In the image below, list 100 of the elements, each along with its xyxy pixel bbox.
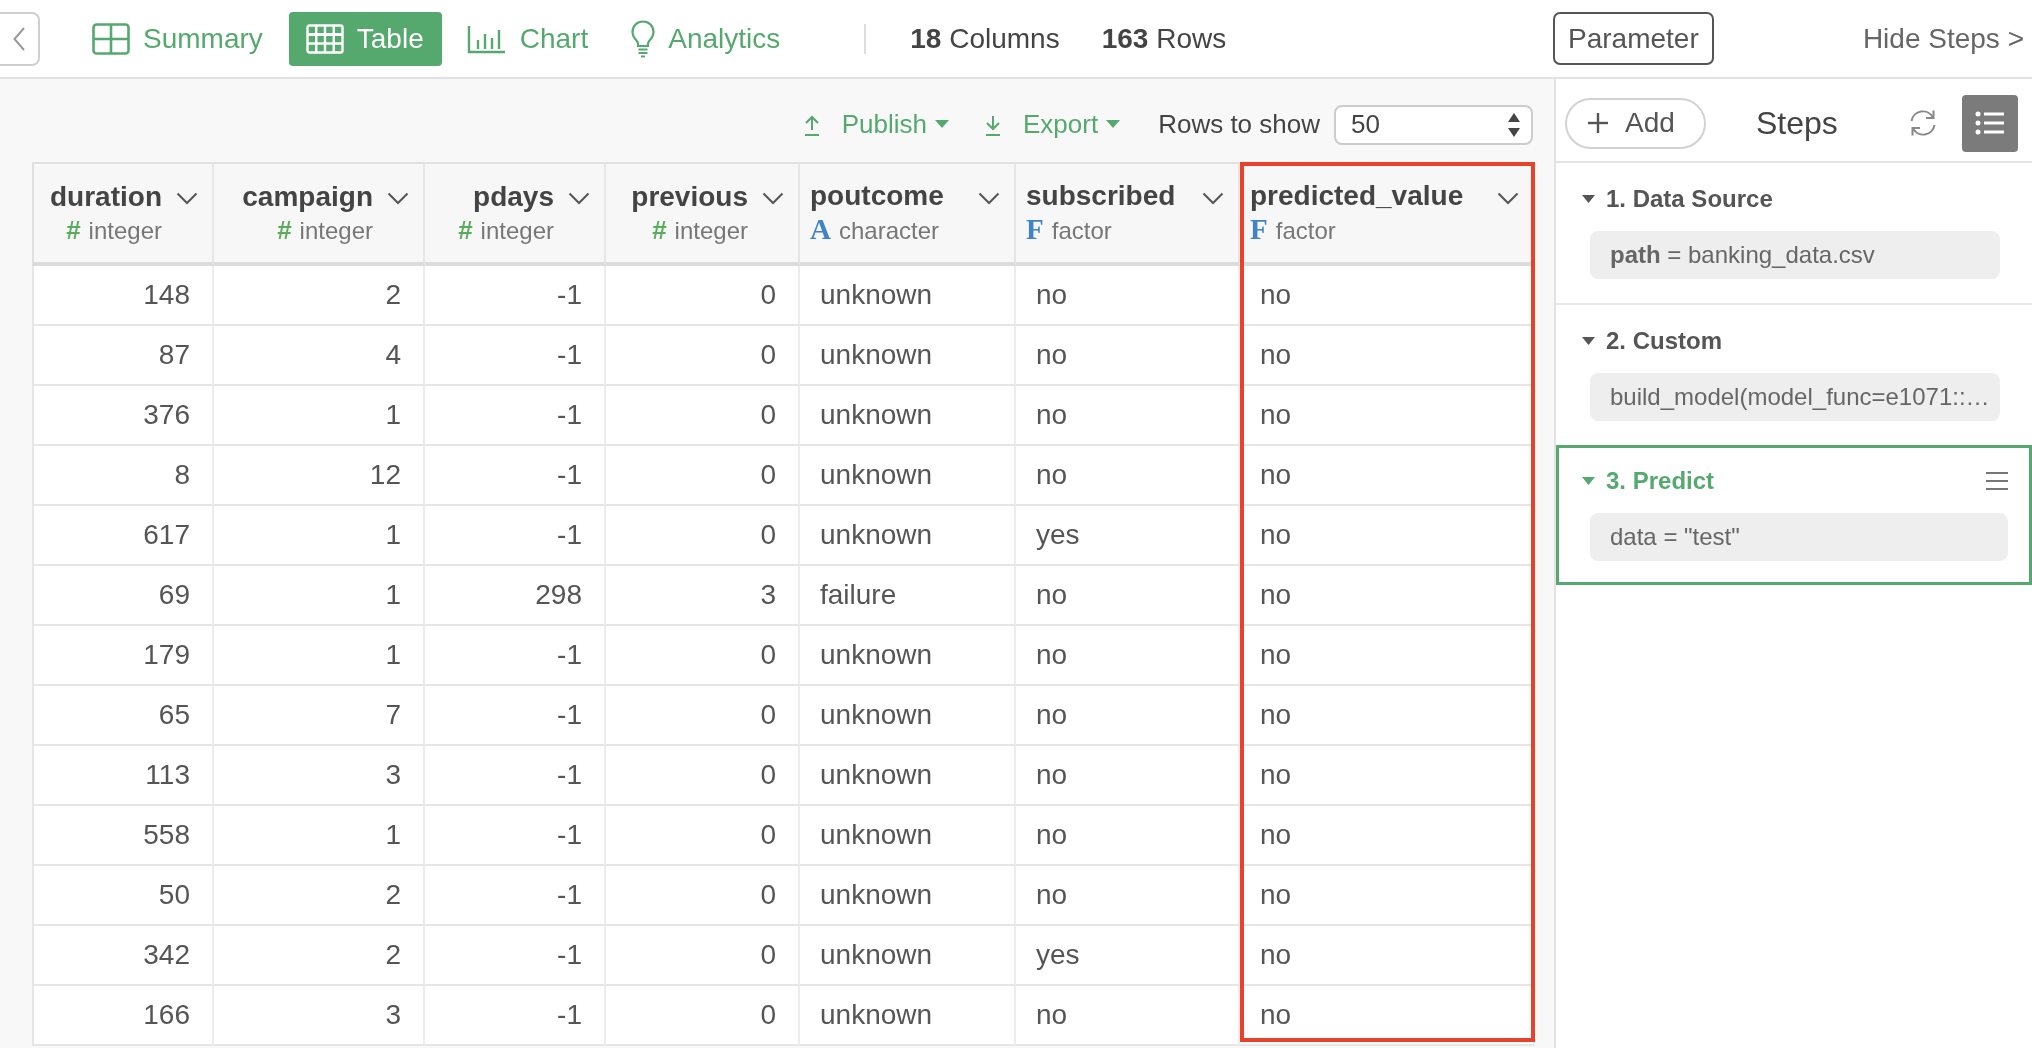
- table-cell: -1: [425, 746, 606, 806]
- table-cell: 0: [606, 386, 800, 446]
- chevron-down-icon[interactable]: [762, 192, 784, 205]
- table-cell: 0: [606, 266, 800, 326]
- table-cell: 7: [214, 686, 425, 746]
- type-symbol: #: [458, 213, 473, 246]
- table-cell: -1: [425, 986, 606, 1046]
- step-item[interactable]: 1. Data Source path = banking_data.csv: [1556, 163, 2032, 305]
- column-name: predicted_value: [1250, 179, 1464, 213]
- chevron-left-icon: [13, 26, 25, 51]
- table-cell: no: [1016, 986, 1240, 1046]
- table-cell: no: [1016, 446, 1240, 506]
- menu-button[interactable]: [1986, 472, 2008, 490]
- table-cell: yes: [1016, 506, 1240, 566]
- table-cell: no: [1016, 746, 1240, 806]
- step-item[interactable]: 3. Predict data = "test": [1556, 445, 2032, 585]
- hide-steps-link[interactable]: Hide Steps >: [1862, 22, 2024, 55]
- table-cell: failure: [800, 566, 1016, 626]
- table-cell: unknown: [800, 326, 1016, 386]
- table-cell: -1: [425, 386, 606, 446]
- table-cell: 2: [214, 926, 425, 986]
- table-cell: 0: [606, 506, 800, 566]
- step-title: 1. Data Source: [1606, 185, 1773, 213]
- table-cell: 113: [32, 746, 214, 806]
- step-item[interactable]: 2. Custom build_model(model_func=e1071::…: [1556, 305, 2032, 447]
- type-label: character: [838, 216, 939, 246]
- table-cell: 12: [214, 446, 425, 506]
- table-cell: -1: [425, 926, 606, 986]
- table-icon: [305, 23, 344, 54]
- table-cell: 558: [32, 806, 214, 866]
- table-cell: 0: [606, 806, 800, 866]
- table-cell: no: [1016, 386, 1240, 446]
- table-cell: no: [1016, 566, 1240, 626]
- table-cell: unknown: [800, 806, 1016, 866]
- table-cell: yes: [1016, 926, 1240, 986]
- chevron-down-icon[interactable]: [1202, 192, 1224, 205]
- count-label: 163 Rows: [1101, 22, 1227, 55]
- step-title: 2. Custom: [1606, 327, 1722, 355]
- view-tab[interactable]: Table: [288, 11, 442, 66]
- type-symbol: #: [652, 213, 667, 246]
- step-parameter: build_model(model_func=e1071::…: [1590, 373, 2000, 421]
- table-cell: 87: [32, 326, 214, 386]
- table-cell: 4: [214, 326, 425, 386]
- table-cell: 1: [214, 386, 425, 446]
- caret-down-icon[interactable]: [1582, 195, 1595, 203]
- chevron-down-icon[interactable]: [1497, 192, 1519, 205]
- table-cell: 0: [606, 746, 800, 806]
- chevron-down-icon[interactable]: [387, 192, 409, 205]
- table-cell: -1: [425, 326, 606, 386]
- caret-down-icon[interactable]: [1582, 337, 1595, 345]
- menu-icon: [1986, 472, 2008, 490]
- view-tab[interactable]: Chart: [449, 11, 607, 66]
- table-cell: 0: [606, 926, 800, 986]
- export-button[interactable]: Export: [985, 109, 1121, 140]
- step-parameter: path = banking_data.csv: [1590, 231, 2000, 279]
- table-cell: -1: [425, 446, 606, 506]
- refresh-button[interactable]: [1908, 108, 1938, 138]
- table-cell: 0: [606, 326, 800, 386]
- table-cell: 1: [214, 626, 425, 686]
- table-cell: -1: [425, 686, 606, 746]
- column-name: poutcome: [810, 179, 944, 213]
- table-cell: -1: [425, 626, 606, 686]
- grid-icon: [92, 22, 130, 55]
- column-name: pdays: [473, 179, 554, 214]
- view-tab[interactable]: Analytics: [614, 11, 799, 66]
- chevron-down-icon[interactable]: [176, 192, 198, 205]
- table-cell: 0: [606, 626, 800, 686]
- lightbulb-icon: [631, 19, 656, 58]
- table-cell: unknown: [800, 626, 1016, 686]
- table-cell: no: [1240, 986, 1535, 1046]
- table-cell: 1: [214, 806, 425, 866]
- add-step-button[interactable]: Add: [1565, 97, 1706, 149]
- view-tab[interactable]: Summary: [75, 11, 281, 66]
- table-cell: -1: [425, 506, 606, 566]
- list-view-button[interactable]: [1962, 94, 2018, 152]
- table-cell: unknown: [800, 446, 1016, 506]
- publish-button[interactable]: Publish: [803, 109, 949, 140]
- table-cell: 1: [214, 566, 425, 626]
- chevron-down-icon[interactable]: [978, 192, 1000, 205]
- column-name: previous: [631, 179, 748, 214]
- table-cell: 65: [32, 686, 214, 746]
- column-name: duration: [50, 179, 162, 214]
- table-cell: 0: [606, 446, 800, 506]
- chevron-down-icon[interactable]: [568, 192, 590, 205]
- table-cell: 3: [214, 986, 425, 1046]
- table-cell: 1: [214, 506, 425, 566]
- table-cell: 342: [32, 926, 214, 986]
- refresh-icon: [1908, 108, 1938, 138]
- download-icon: [985, 113, 1001, 136]
- table-cell: no: [1016, 626, 1240, 686]
- table-cell: 0: [606, 686, 800, 746]
- type-symbol: F: [1026, 213, 1044, 245]
- type-label: factor: [1275, 216, 1336, 246]
- table-cell: 179: [32, 626, 214, 686]
- parameter-button[interactable]: Parameter: [1553, 12, 1714, 65]
- table-cell: -1: [425, 266, 606, 326]
- step-parameter: data = "test": [1590, 513, 2008, 561]
- caret-down-icon: [1106, 120, 1121, 129]
- table-cell: 8: [32, 446, 214, 506]
- rows-select[interactable]: 50: [1334, 104, 1533, 145]
